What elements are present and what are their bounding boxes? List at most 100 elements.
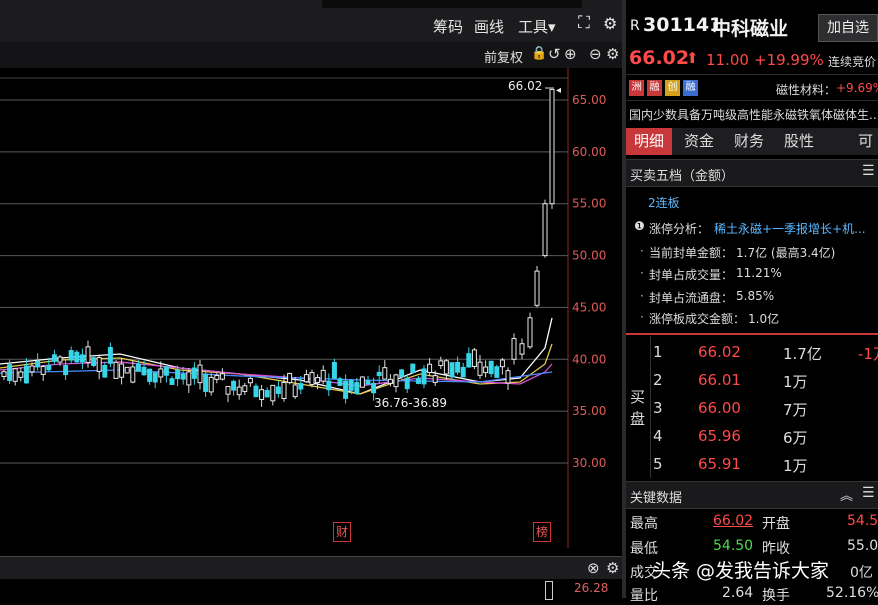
tools-menu-button[interactable]: 工具▾ <box>518 16 556 37</box>
sector-label[interactable]: 磁性材料： <box>776 81 836 98</box>
y-tick-label: 40.00 <box>572 352 606 366</box>
add-watchlist-button[interactable]: 加自选 <box>818 14 878 42</box>
candle-body <box>309 372 315 385</box>
y-tick-label: 30.00 <box>572 456 606 470</box>
candle-body <box>35 360 41 368</box>
bid-amount: 1.7亿 <box>783 345 822 363</box>
candle-body <box>505 370 511 384</box>
y-tick-label: 60.00 <box>572 145 606 159</box>
chart-subbar: 前复权 🔒 ↺ ⊕ ⊖ ⚙ <box>0 42 624 68</box>
tag-icon-2[interactable]: 融 <box>647 80 662 96</box>
bid-side-label-cell: 买盘 <box>626 336 651 478</box>
stock-prefix: R <box>630 18 640 34</box>
candle-body <box>365 380 371 385</box>
tab-more[interactable]: 可 <box>858 128 878 155</box>
board-count: 2连板 <box>648 196 680 210</box>
candle-body <box>337 378 343 386</box>
stat-dot: · <box>640 266 644 280</box>
tab-detail[interactable]: 明细 <box>626 128 672 155</box>
zoom-in-icon[interactable]: ⊕ <box>564 45 577 63</box>
candle-body <box>191 367 197 379</box>
candle-body <box>542 203 548 257</box>
orderbook-header: 买卖五档（金额） ☰ <box>626 159 878 187</box>
last-price: 66.02 <box>629 47 690 69</box>
candle-body <box>359 376 365 388</box>
bid-price: 66.00 <box>698 399 741 417</box>
chips-button[interactable]: 筹码 <box>433 16 463 37</box>
candle-body <box>477 361 483 376</box>
min-price-flag: 36.76-36.89 <box>374 396 447 410</box>
menu-icon[interactable]: ☰ <box>862 163 875 179</box>
draw-line-button[interactable]: 画线 <box>474 16 504 37</box>
company-description[interactable]: 国内少数具备万吨级高性能永磁铁氧体磁体生... <box>629 106 878 123</box>
bid-level: 5 <box>653 455 663 473</box>
collapse-icon[interactable]: ︽ <box>840 485 853 504</box>
candle-body <box>421 368 427 385</box>
candle-body <box>387 378 393 384</box>
tag-icon-4[interactable]: 融 <box>683 80 698 96</box>
candle-body <box>455 361 461 373</box>
key-label: 最低 <box>630 541 658 557</box>
volume-bar <box>545 581 553 600</box>
settings-icon[interactable]: ⚙ <box>603 14 617 33</box>
key-value: 0亿 <box>850 565 873 581</box>
candle-body <box>410 363 416 373</box>
bid-row[interactable]: 2 66.01 1万 <box>650 366 878 394</box>
candle-body <box>511 338 517 360</box>
candle-body <box>135 363 141 372</box>
chart-settings-icon[interactable]: ⚙ <box>606 45 619 63</box>
key-value: 52.16% <box>826 585 878 601</box>
adjust-label[interactable]: 前复权 <box>484 47 523 66</box>
bid-row[interactable]: 4 65.96 6万 <box>650 422 878 450</box>
candle-body <box>483 366 489 374</box>
y-tick-label: 35.00 <box>572 404 606 418</box>
candle-body <box>449 362 455 378</box>
stat-label: 封单占流通盘： <box>649 291 734 305</box>
candle-body <box>231 380 237 391</box>
kline-chart[interactable]: 30.00 35.00 40.00 45.00 50.00 55.00 60.00 65.00… <box>0 68 624 548</box>
candle-body <box>519 343 525 355</box>
bid-change: -1万 <box>858 345 878 363</box>
tag-icon-3[interactable]: 创 <box>665 80 680 96</box>
stock-code: 301141 <box>643 14 723 36</box>
tab-funds[interactable]: 资金 <box>676 128 722 155</box>
tab-stock-nature[interactable]: 股性 <box>776 128 822 155</box>
limit-analysis-value[interactable]: 稀土永磁+一季报增长+机... <box>714 220 866 237</box>
close-indicator-icon[interactable]: ⊗ <box>587 559 600 577</box>
candle-body <box>460 366 466 378</box>
trade-status: 连续竞价 <box>828 55 877 69</box>
candle-body <box>427 363 433 374</box>
zoom-out-icon[interactable]: ⊖ <box>589 45 602 63</box>
candle-body <box>197 364 203 384</box>
info-icon: ❶ <box>634 219 645 233</box>
tab-finance[interactable]: 财务 <box>726 128 772 155</box>
undo-icon[interactable]: ↺ <box>548 45 561 63</box>
fullscreen-icon[interactable]: ⛶ <box>578 13 590 33</box>
lock-icon[interactable]: 🔒 <box>531 46 547 61</box>
candle-body <box>7 364 13 382</box>
key-label: 最高 <box>630 516 658 532</box>
finance-marker[interactable]: 财 <box>333 522 351 542</box>
candle-body <box>438 360 444 367</box>
key-value: 55.02 <box>847 538 878 554</box>
candle-body <box>68 350 74 361</box>
y-tick-label: 50.00 <box>572 249 606 263</box>
candle-body <box>107 347 113 364</box>
stat-label: 涨停板成交金额： <box>649 312 746 326</box>
stat-label: 当前封单金额： <box>649 246 734 260</box>
tag-icon-1[interactable]: 洲 <box>629 80 644 96</box>
candle-body <box>225 385 231 395</box>
y-tick-label: 65.00 <box>572 93 606 107</box>
billboard-marker[interactable]: 榜 <box>533 522 551 542</box>
bid-level: 1 <box>653 343 663 361</box>
candle-body <box>494 366 500 378</box>
key-value: 66.02 <box>713 513 754 529</box>
candle-body <box>219 373 225 380</box>
indicator-settings-icon[interactable]: ⚙ <box>606 559 619 577</box>
bid-row[interactable]: 5 65.91 1万 <box>650 450 878 478</box>
bid-row[interactable]: 1 66.02 1.7亿 -1万 <box>650 338 878 366</box>
candle-body <box>40 366 46 375</box>
key-data-menu-icon[interactable]: ☰ <box>862 485 875 501</box>
bid-row[interactable]: 3 66.00 7万 <box>650 394 878 422</box>
candle-body <box>208 376 214 393</box>
